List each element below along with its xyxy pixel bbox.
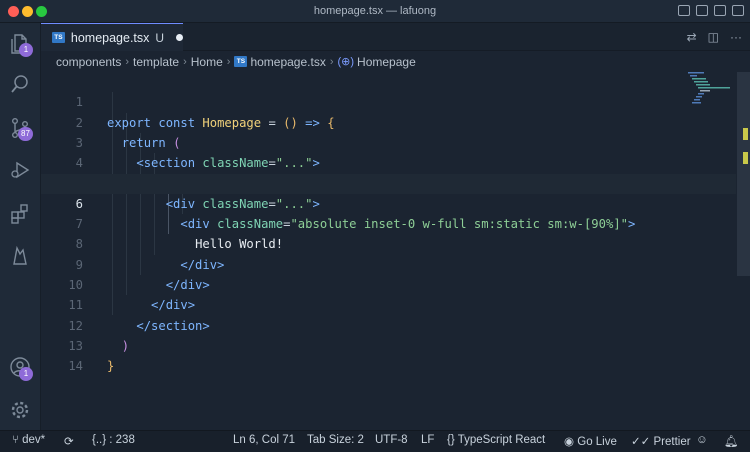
code-line: 9 </div> <box>41 234 736 292</box>
account-icon[interactable]: 1 <box>9 356 33 381</box>
code-line: 13 } <box>41 316 736 373</box>
double-check-icon: ✓✓ <box>631 436 651 448</box>
code-line: 5 <div className="..."> <box>41 153 736 210</box>
notifications-bell-icon[interactable]: 🔔︎ <box>724 434 739 448</box>
breadcrumb-item[interactable]: homepage.tsx <box>250 55 325 69</box>
source-control-badge: 87 <box>18 127 33 141</box>
language-mode[interactable]: {} TypeScript React <box>447 434 545 446</box>
braces-icon: {} <box>447 434 455 446</box>
code-line: 1 export const Homepage = () => { <box>41 72 736 129</box>
customize-layout-icon[interactable] <box>732 5 744 16</box>
code-line: 12 ) <box>41 295 736 353</box>
typescript-file-icon: TS <box>234 56 248 67</box>
code-line: 4 <div className="..."> <box>41 133 736 190</box>
editor-tab-bar: TS homepage.tsx U ⇄ ◫ ··· <box>41 23 750 51</box>
toggle-sidebar-icon[interactable] <box>678 5 690 16</box>
line-number: 14 <box>68 359 83 374</box>
branch-name: dev* <box>22 434 46 446</box>
go-live-label: Go Live <box>577 436 617 448</box>
extensions-icon[interactable] <box>9 203 31 225</box>
breadcrumb-item[interactable]: Homepage <box>357 55 416 69</box>
chevron-right-icon: › <box>125 55 130 68</box>
go-live-button[interactable]: ◉ Go Live <box>564 434 617 448</box>
symbols-count[interactable]: {..} : 238 <box>92 434 135 446</box>
firebase-icon[interactable] <box>9 245 31 267</box>
prettier-label: Prettier <box>653 436 691 448</box>
chevron-right-icon: › <box>329 55 334 68</box>
breadcrumb-item[interactable]: Home <box>191 55 223 69</box>
tab-size[interactable]: Tab Size: 2 <box>307 434 364 446</box>
more-actions-icon[interactable]: ··· <box>730 30 742 44</box>
broadcast-icon: ◉ <box>564 436 575 448</box>
minimap[interactable] <box>688 72 732 112</box>
code-line: 2 return ( <box>41 92 736 150</box>
symbol-variable-icon: (⊕) <box>337 56 355 68</box>
settings-gear-icon[interactable] <box>9 399 31 421</box>
code-line: 10 </div> <box>41 255 736 312</box>
vertical-scrollbar[interactable] <box>737 72 750 276</box>
editor-actions: ⇄ ◫ ··· <box>687 30 742 44</box>
breadcrumb-item[interactable]: components <box>56 55 121 69</box>
code-editor[interactable]: 1 export const Homepage = () => { 2 retu… <box>41 72 750 430</box>
untracked-indicator: U <box>155 30 165 45</box>
code-line-active: 6 <div className="absolute inset-0 w-ful… <box>41 173 736 231</box>
feedback-icon[interactable]: ☺ <box>696 434 708 446</box>
code-line: 7 Hello World! <box>41 194 736 251</box>
toggle-panel-icon[interactable] <box>696 5 708 16</box>
encoding[interactable]: UTF-8 <box>375 434 408 446</box>
tab-homepage-tsx[interactable]: TS homepage.tsx U <box>41 23 183 51</box>
layout-controls <box>678 5 744 16</box>
breadcrumb: components › template › Home › TS homepa… <box>41 51 750 72</box>
prettier-button[interactable]: ✓✓ Prettier <box>631 434 691 448</box>
breadcrumb-item[interactable]: template <box>133 55 179 69</box>
code-line: 14 <box>41 336 736 373</box>
status-bar: ⑂ dev* ⟳ {..} : 238 Ln 6, Col 71 Tab Siz… <box>0 430 750 452</box>
line-code: } <box>107 359 115 374</box>
run-debug-icon[interactable] <box>9 159 31 181</box>
search-icon[interactable] <box>9 73 31 95</box>
tab-label: homepage.tsx <box>70 30 150 45</box>
chevron-right-icon: › <box>226 55 231 68</box>
code-line: 11 </section> <box>41 275 736 332</box>
open-changes-icon[interactable]: ⇄ <box>687 30 697 44</box>
sync-icon[interactable]: ⟳ <box>64 434 74 448</box>
split-editor-icon[interactable]: ◫ <box>708 30 719 44</box>
language-label: TypeScript React <box>457 434 546 446</box>
scrollbar-marker <box>743 128 748 140</box>
toggle-secondary-sidebar-icon[interactable] <box>714 5 726 16</box>
explorer-badge: 1 <box>19 43 33 57</box>
source-control-icon[interactable]: 87 <box>9 117 33 141</box>
window-title: homepage.tsx — lafuong <box>313 5 437 17</box>
account-badge: 1 <box>19 367 33 381</box>
end-of-line[interactable]: LF <box>421 434 434 446</box>
cursor-position[interactable]: Ln 6, Col 71 <box>233 434 295 446</box>
branch-indicator[interactable]: ⑂ dev* <box>12 434 45 446</box>
typescript-file-icon: TS <box>52 32 65 43</box>
code-line: 3 <section className="..."> <box>41 113 736 170</box>
activity-bar: 1 87 1 <box>0 23 41 430</box>
scrollbar-marker <box>743 152 748 164</box>
code-line: 8 </div> <box>41 214 736 271</box>
chevron-right-icon: › <box>183 55 187 68</box>
explorer-icon[interactable]: 1 <box>9 33 33 57</box>
title-bar: homepage.tsx — lafuong <box>0 0 750 23</box>
unsaved-dot-icon[interactable] <box>176 34 183 41</box>
